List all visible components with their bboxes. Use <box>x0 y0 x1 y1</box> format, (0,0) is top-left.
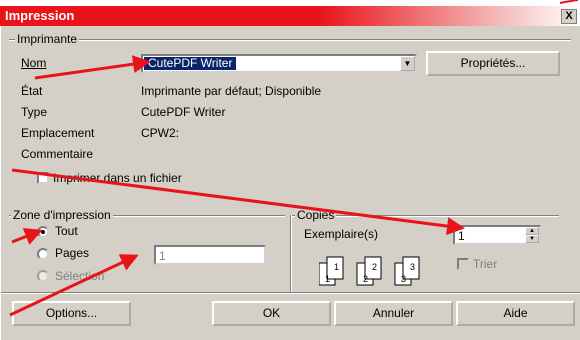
arrow-to-copies <box>11 168 465 236</box>
annotation-arrows <box>9 0 579 317</box>
arrow-to-all-radio <box>11 228 43 245</box>
arrow-to-printer-select <box>34 55 151 80</box>
arrow-to-pages-input <box>9 254 139 317</box>
arrow-top-right-fragment <box>559 0 579 4</box>
